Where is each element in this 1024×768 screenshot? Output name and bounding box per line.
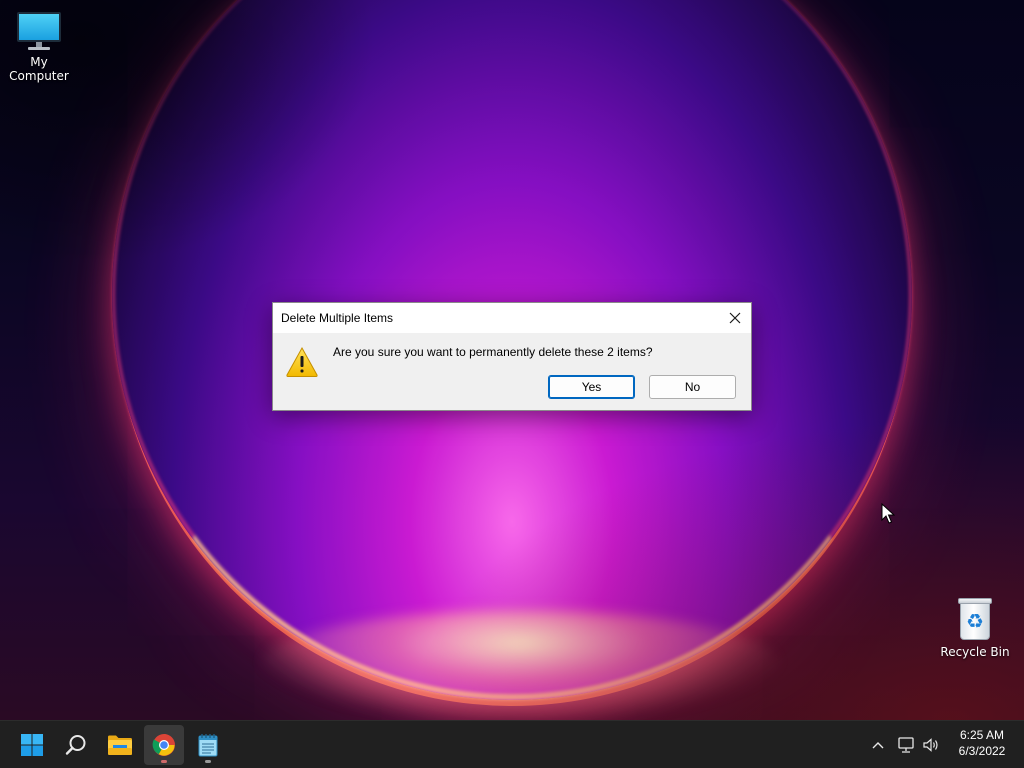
folder-icon bbox=[108, 735, 132, 755]
monitor-icon bbox=[17, 10, 61, 52]
volume-icon[interactable] bbox=[921, 735, 941, 755]
taskbar-clock[interactable]: 6:25 AM 6/3/2022 bbox=[946, 727, 1018, 759]
close-button[interactable] bbox=[719, 303, 751, 333]
close-icon bbox=[729, 312, 741, 324]
taskbar-chrome[interactable] bbox=[144, 725, 184, 765]
taskbar-notepad[interactable] bbox=[188, 725, 228, 765]
dialog-title: Delete Multiple Items bbox=[281, 311, 394, 325]
running-indicator bbox=[205, 760, 211, 763]
warning-icon bbox=[286, 346, 318, 377]
taskbar-file-explorer[interactable] bbox=[100, 725, 140, 765]
chevron-up-icon[interactable] bbox=[868, 735, 888, 755]
recycle-bin-icon: ♻ bbox=[957, 596, 993, 642]
desktop-icon-recycle-bin[interactable]: ♻ Recycle Bin bbox=[935, 596, 1015, 659]
taskbar: 6:25 AM 6/3/2022 bbox=[0, 720, 1024, 768]
yes-button[interactable]: Yes bbox=[548, 375, 635, 399]
desktop-icon-label: My Computer bbox=[9, 55, 69, 83]
desktop-icon-my-computer[interactable]: My Computer bbox=[0, 10, 79, 83]
dialog-titlebar[interactable]: Delete Multiple Items bbox=[273, 303, 751, 333]
network-icon[interactable] bbox=[896, 735, 916, 755]
windows-logo-icon bbox=[21, 734, 43, 756]
search-icon bbox=[65, 735, 86, 755]
chrome-icon bbox=[152, 734, 175, 756]
desktop-icon-label: Recycle Bin bbox=[940, 645, 1010, 659]
notepad-icon bbox=[198, 734, 218, 757]
running-indicator bbox=[161, 760, 167, 763]
clock-date: 6/3/2022 bbox=[958, 744, 1006, 758]
clock-time: 6:25 AM bbox=[959, 728, 1005, 742]
no-button[interactable]: No bbox=[649, 375, 736, 399]
start-button[interactable] bbox=[12, 725, 52, 765]
taskbar-search-button[interactable] bbox=[56, 725, 96, 765]
mouse-cursor-icon bbox=[881, 503, 895, 524]
delete-confirm-dialog: Delete Multiple Items Are you sure you w… bbox=[272, 302, 752, 411]
dialog-message: Are you sure you want to permanently del… bbox=[333, 345, 653, 359]
